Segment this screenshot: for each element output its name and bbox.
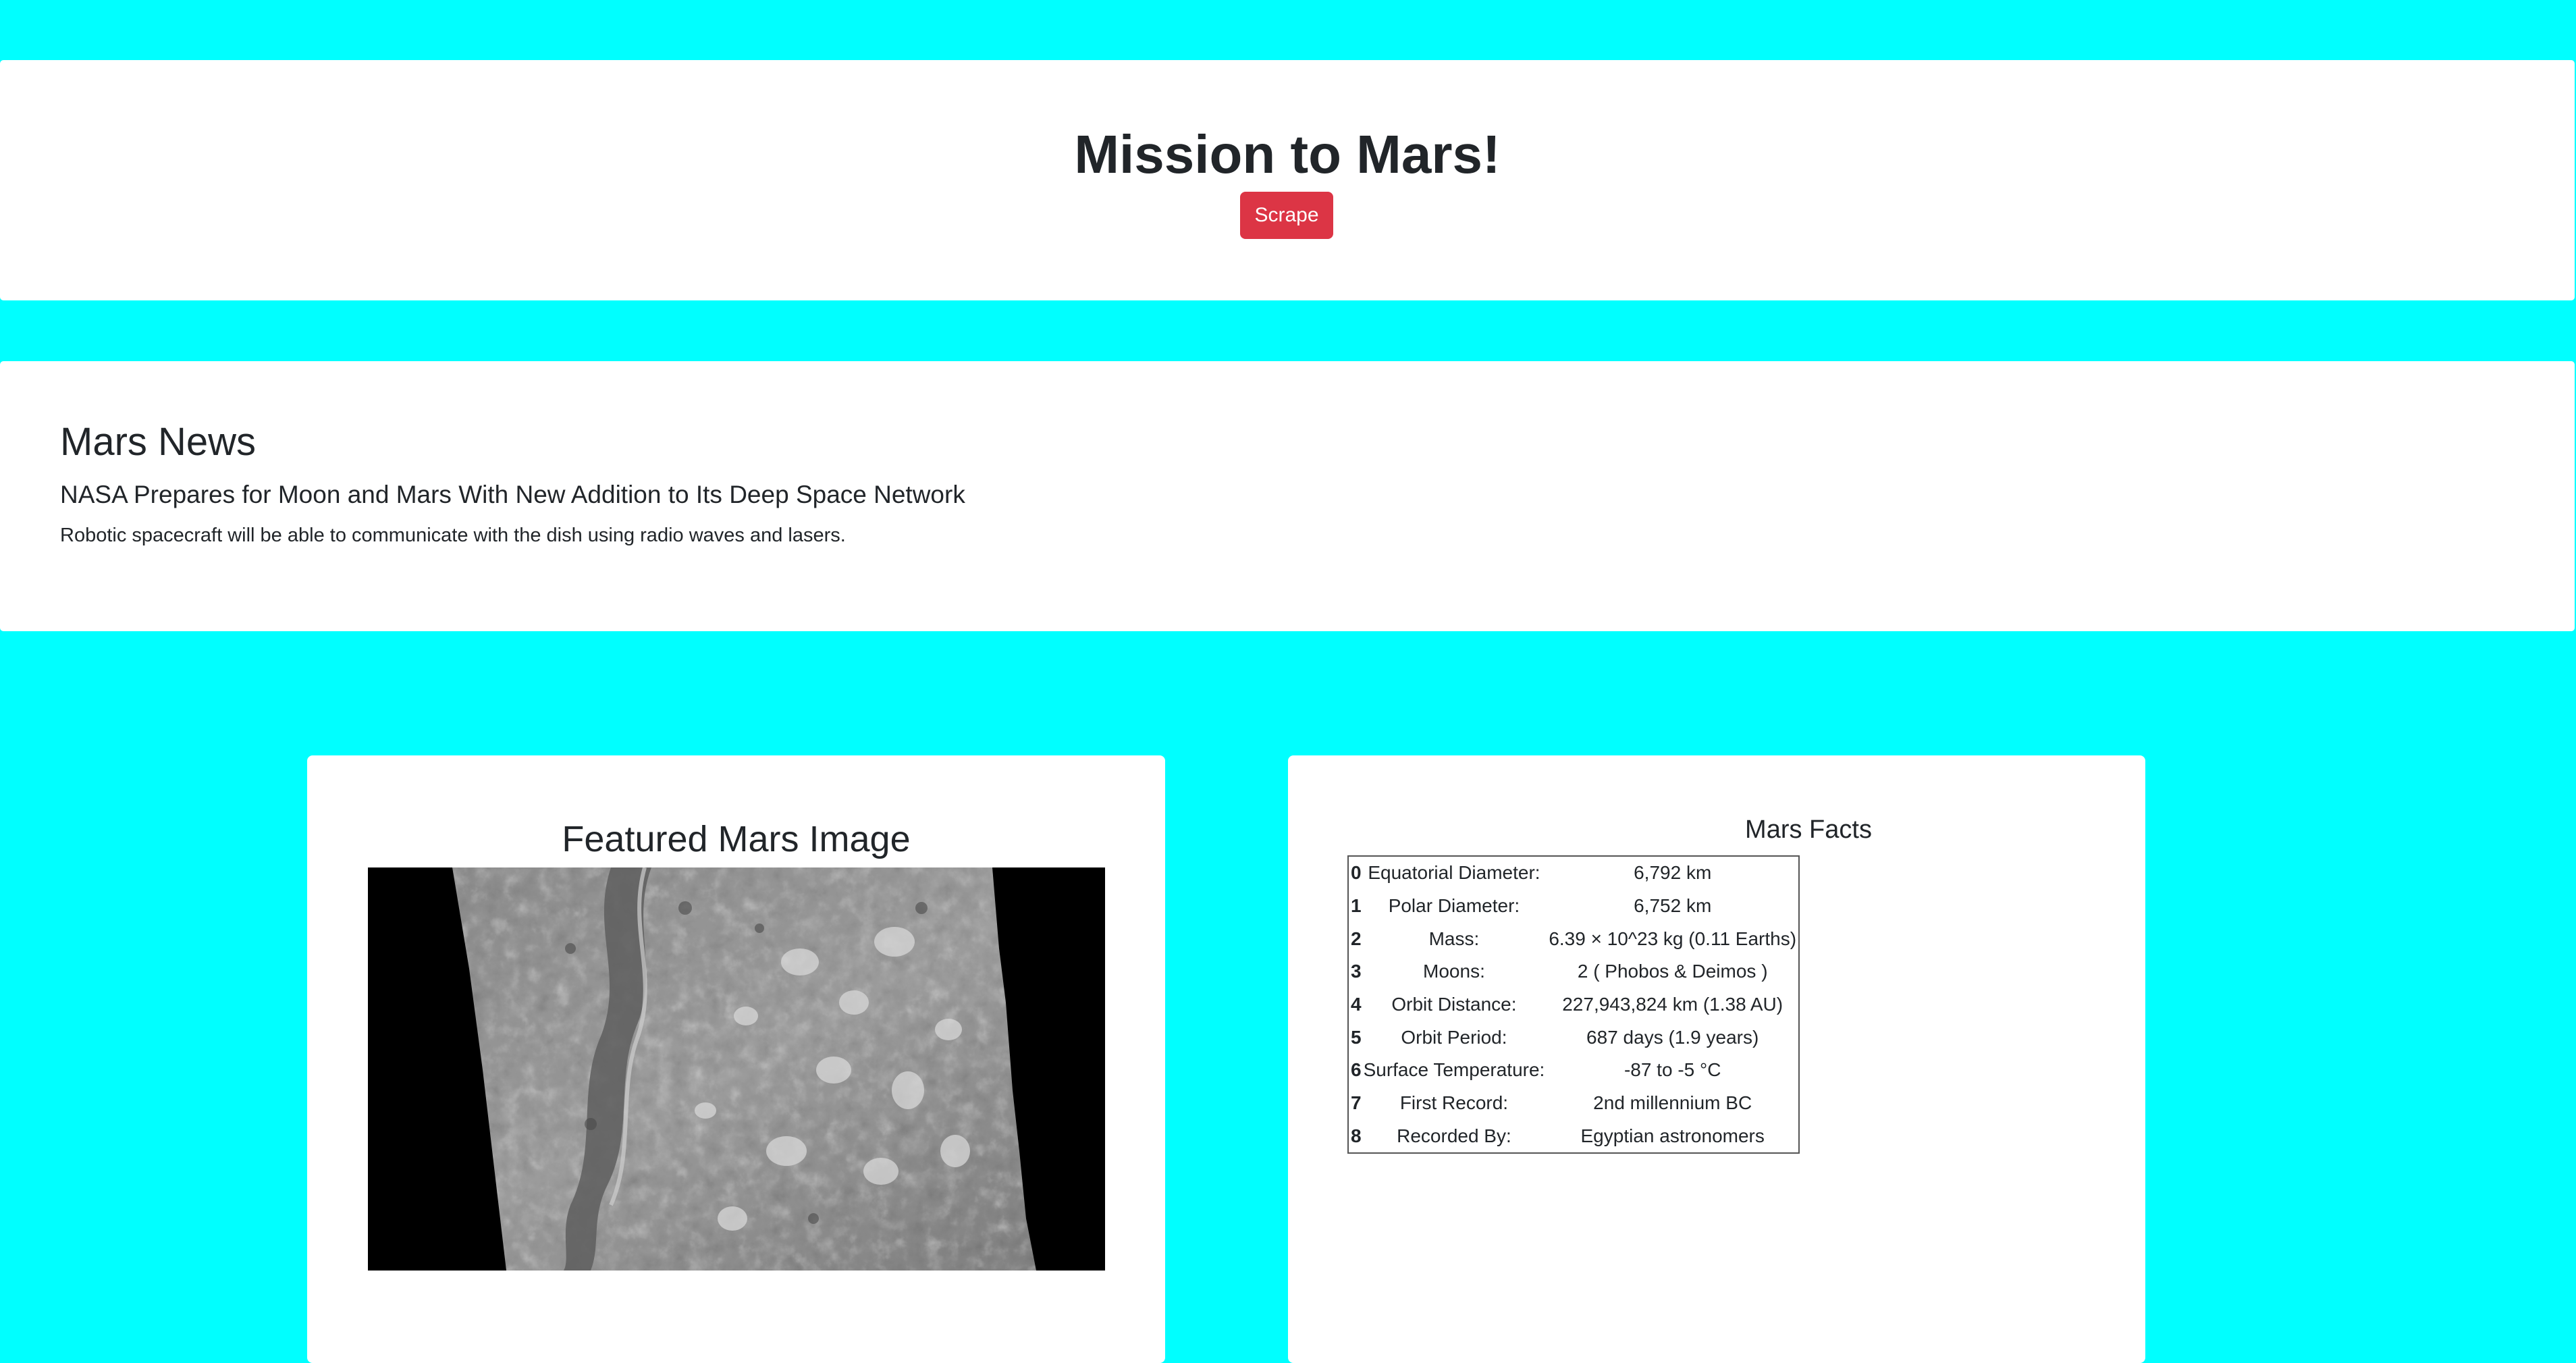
header-jumbotron: Mission to Mars! Scrape: [0, 60, 2575, 300]
facts-label: Orbit Distance:: [1391, 994, 1517, 1015]
facts-index: 7: [1351, 1092, 1362, 1114]
mars-facts-card: Mars Facts 0 Equatorial Diameter: 6,792 km…: [1288, 755, 2145, 1363]
facts-value: 6.39 × 10^23 kg (0.11 Earths): [1549, 928, 1797, 949]
facts-value: 687 days (1.9 years): [1586, 1026, 1759, 1048]
facts-value: -87 to -5 °C: [1624, 1059, 1721, 1081]
facts-row: 7 First Record: 2nd millennium BC: [1349, 1087, 1798, 1120]
facts-label: First Record:: [1399, 1092, 1509, 1114]
facts-index: 5: [1351, 1026, 1362, 1048]
facts-index: 1: [1351, 895, 1362, 917]
news-paragraph: Robotic spacecraft will be able to commu…: [60, 525, 846, 546]
facts-row: 2 Mass: 6.39 × 10^23 kg (0.11 Earths): [1349, 922, 1798, 955]
facts-value: 2nd millennium BC: [1593, 1092, 1752, 1114]
page-title: Mission to Mars!: [1074, 124, 1501, 184]
facts-row: 1 Polar Diameter: 6,752 km: [1349, 890, 1798, 923]
facts-value: 6,792 km: [1634, 862, 1712, 884]
mars-facts-table: 0 Equatorial Diameter: 6,792 km 1 Polar Diam…: [1347, 855, 1800, 1154]
facts-index: 0: [1351, 862, 1362, 884]
facts-row: 0 Equatorial Diameter: 6,792 km: [1349, 857, 1798, 890]
facts-label: Recorded By:: [1397, 1125, 1511, 1146]
facts-row: 3 Moons: 2 ( Phobos & Deimos ): [1349, 955, 1798, 988]
facts-index: 8: [1351, 1125, 1362, 1146]
facts-label: Surface Temperature:: [1363, 1059, 1545, 1081]
facts-label: Moons:: [1423, 961, 1485, 982]
mars-surface-picture: [368, 867, 1105, 1271]
facts-value: 6,752 km: [1634, 895, 1712, 917]
featured-image-card: Featured Mars Image: [307, 755, 1165, 1363]
scrape-button[interactable]: Scrape: [1240, 192, 1333, 239]
facts-value: Egyptian astronomers: [1580, 1125, 1765, 1146]
facts-value: 2 ( Phobos & Deimos ): [1577, 961, 1768, 982]
mars-facts-heading: Mars Facts: [1745, 816, 1872, 844]
facts-index: 2: [1351, 928, 1362, 949]
facts-row: 8 Recorded By: Egyptian astronomers: [1349, 1120, 1798, 1153]
facts-row: 6 Surface Temperature: -87 to -5 °C: [1349, 1054, 1798, 1087]
news-section: Mars News NASA Prepares for Moon and Mar…: [0, 361, 2575, 631]
facts-label: Equatorial Diameter:: [1368, 862, 1540, 884]
facts-row: 5 Orbit Period: 687 days (1.9 years): [1349, 1021, 1798, 1054]
news-heading: Mars News: [60, 420, 257, 464]
facts-label: Mass:: [1428, 928, 1480, 949]
facts-index: 4: [1351, 994, 1362, 1015]
facts-value: 227,943,824 km (1.38 AU): [1562, 994, 1783, 1015]
facts-row: 4 Orbit Distance: 227,943,824 km (1.38 AU): [1349, 988, 1798, 1021]
facts-index: 6: [1351, 1059, 1362, 1081]
facts-label: Polar Diameter:: [1388, 895, 1520, 917]
facts-index: 3: [1351, 961, 1362, 982]
featured-image-heading: Featured Mars Image: [562, 819, 911, 859]
facts-label: Orbit Period:: [1401, 1026, 1507, 1048]
news-title: NASA Prepares for Moon and Mars With New…: [60, 481, 965, 508]
featured-mars-image: [368, 867, 1105, 1271]
